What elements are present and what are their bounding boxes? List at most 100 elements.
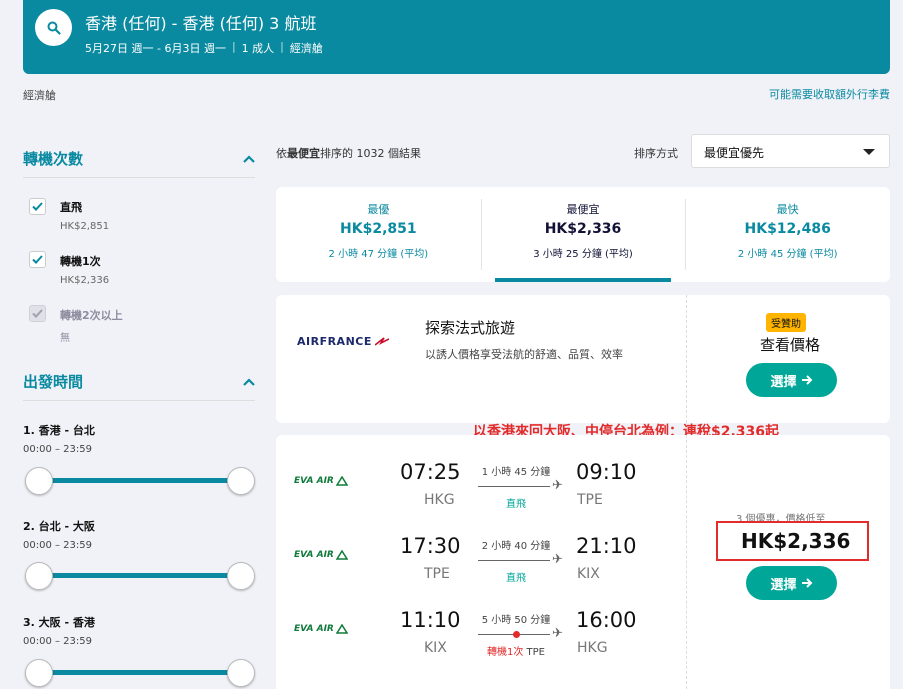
leg-1-time-slider[interactable] <box>25 466 255 496</box>
option-two-plus-label: 轉機2次以上 <box>60 309 123 322</box>
flight-leg-1: EVA AIR 07:25 HKG 1 小時 45 分鐘 ✈ 直飛 09:10 … <box>276 453 686 513</box>
option-one-stop-label: 轉機1次 <box>60 255 101 268</box>
trip-dates: 5月27日 週一 - 6月3日 週一 <box>85 42 226 55</box>
departure-time: 17:30 <box>400 534 461 558</box>
flight-leg-3: EVA AIR 11:10 KIX 5 小時 50 分鐘 ✈ 轉機1次 TPE … <box>276 601 686 661</box>
slider-handle-start[interactable] <box>25 562 53 590</box>
route-line <box>478 631 550 638</box>
tab-duration: 2 小時 45 分鐘 (平均) <box>737 249 838 260</box>
time-filter-header[interactable]: 出發時間 <box>23 371 255 401</box>
checkmark-icon <box>32 309 43 318</box>
cabin-label: 經濟艙 <box>23 89 56 102</box>
slider-track <box>37 478 243 483</box>
slider-handle-start[interactable] <box>25 467 53 495</box>
option-two-plus-price: 無 <box>60 333 70 344</box>
sort-value: 最便宜優先 <box>704 146 765 160</box>
airfrance-logo: AIRFRANCE <box>297 335 389 348</box>
tab-cheapest[interactable]: 最便宜 HK$2,336 3 小時 25 分鐘 (平均) <box>480 187 686 282</box>
slider-handle-end[interactable] <box>227 562 255 590</box>
airline-emblem-icon <box>335 624 348 634</box>
flight-select-button[interactable]: 選擇 <box>746 566 837 600</box>
stops-filter-header[interactable]: 轉機次數 <box>23 148 255 178</box>
caret-down-icon <box>863 149 875 155</box>
flight-duration: 5 小時 50 分鐘 <box>481 615 551 626</box>
tab-title: 最便宜 <box>566 203 600 216</box>
arrival-airport: HKG <box>577 640 608 656</box>
search-summary-bar[interactable]: 香港 (任何) - 香港 (任何) 3 航班 5月27日 週一 - 6月3日 週… <box>23 0 890 74</box>
slider-handle-start[interactable] <box>25 659 53 687</box>
separator: | <box>280 40 284 53</box>
select-label: 選擇 <box>770 374 797 390</box>
plane-icon: ✈ <box>552 626 563 641</box>
stopover-airport: TPE <box>526 647 546 658</box>
search-button[interactable] <box>35 9 72 46</box>
tab-price: HK$12,486 <box>744 221 831 237</box>
chevron-up-icon <box>243 377 255 386</box>
checkmark-icon <box>32 255 43 264</box>
separator: | <box>231 40 236 53</box>
checkbox-direct[interactable] <box>29 198 46 215</box>
time-filter-title: 出發時間 <box>23 373 84 391</box>
eva-air-logo: EVA AIR <box>294 550 348 560</box>
stops-info: 直飛 <box>506 573 526 584</box>
airline-logo-text: AIRFRANCE <box>297 335 372 348</box>
ad-select-button[interactable]: 選擇 <box>746 363 837 397</box>
flight-result-card[interactable]: EVA AIR 07:25 HKG 1 小時 45 分鐘 ✈ 直飛 09:10 … <box>276 435 890 689</box>
leg-1-label: 1. 香港 - 台北 <box>23 424 95 437</box>
stops-info: 直飛 <box>506 499 526 510</box>
baggage-fee-link[interactable]: 可能需要收取額外行李費 <box>769 86 890 102</box>
departure-airport: TPE <box>424 566 450 582</box>
slider-track <box>37 670 243 675</box>
ad-title: 探索法式旅遊 <box>425 319 516 337</box>
leg-3-time-slider[interactable] <box>25 658 255 688</box>
airline-name: EVA AIR <box>294 624 334 634</box>
sponsored-card: AIRFRANCE 探索法式旅遊 以誘人價格享受法航的舒適、品質、效率 受贊助 … <box>276 295 890 423</box>
arrival-airport: KIX <box>577 566 600 582</box>
slider-handle-end[interactable] <box>227 659 255 687</box>
tab-duration: 3 小時 25 分鐘 (平均) <box>533 249 633 260</box>
tab-fastest[interactable]: 最快 HK$12,486 2 小時 45 分鐘 (平均) <box>685 187 890 282</box>
tab-price: HK$2,336 <box>544 221 622 237</box>
plane-icon: ✈ <box>552 478 563 493</box>
slider-track <box>37 573 243 578</box>
tab-duration: 2 小時 47 分鐘 (平均) <box>328 249 429 260</box>
tab-best[interactable]: 最優 HK$2,851 2 小時 47 分鐘 (平均) <box>276 187 481 282</box>
search-title: 香港 (任何) - 香港 (任何) 3 航班 <box>85 14 317 33</box>
leg-1-range: 00:00 – 23:59 <box>23 444 92 455</box>
leg-2-range: 00:00 – 23:59 <box>23 540 92 551</box>
card-divider <box>686 295 687 423</box>
checkbox-one-stop[interactable] <box>29 251 46 268</box>
route-line <box>478 486 550 487</box>
stops-filter-title: 轉機次數 <box>23 150 84 168</box>
arrival-airport: TPE <box>577 492 603 508</box>
tab-price: HK$2,851 <box>340 221 417 237</box>
stopover-dot <box>513 631 520 638</box>
departure-airport: KIX <box>424 640 447 656</box>
stops-count: 轉機1次 <box>486 647 524 658</box>
sponsored-badge: 受贊助 <box>766 313 806 332</box>
leg-3-label: 3. 大阪 - 香港 <box>23 616 95 629</box>
departure-time: 11:10 <box>400 608 461 632</box>
airline-emblem-icon <box>335 550 348 560</box>
traveller-count: 1 成人 <box>241 42 275 55</box>
sort-dropdown[interactable]: 最便宜優先 <box>691 134 890 168</box>
tab-title: 最優 <box>367 203 390 216</box>
stops-info: 轉機1次 TPE <box>476 643 556 658</box>
leg-2-time-slider[interactable] <box>25 561 255 591</box>
eva-air-logo: EVA AIR <box>294 476 348 486</box>
flight-duration: 2 小時 40 分鐘 <box>481 541 551 552</box>
results-prefix: 依 <box>276 147 287 160</box>
airline-emblem-icon <box>335 476 348 486</box>
option-direct-price: HK$2,851 <box>60 221 110 232</box>
airline-name: EVA AIR <box>294 550 334 560</box>
flight-price: HK$2,336 <box>741 529 851 553</box>
results-suffix: 排序的 1032 個結果 <box>320 147 421 160</box>
airline-emblem-icon <box>374 336 389 346</box>
slider-handle-end[interactable] <box>227 467 255 495</box>
departure-airport: HKG <box>424 492 455 508</box>
arrival-time: 09:10 <box>576 460 637 484</box>
ad-description: 以誘人價格享受法航的舒適、品質、效率 <box>425 348 623 361</box>
option-direct-label: 直飛 <box>60 201 82 214</box>
route-line <box>478 560 550 561</box>
select-label: 選擇 <box>770 577 797 593</box>
